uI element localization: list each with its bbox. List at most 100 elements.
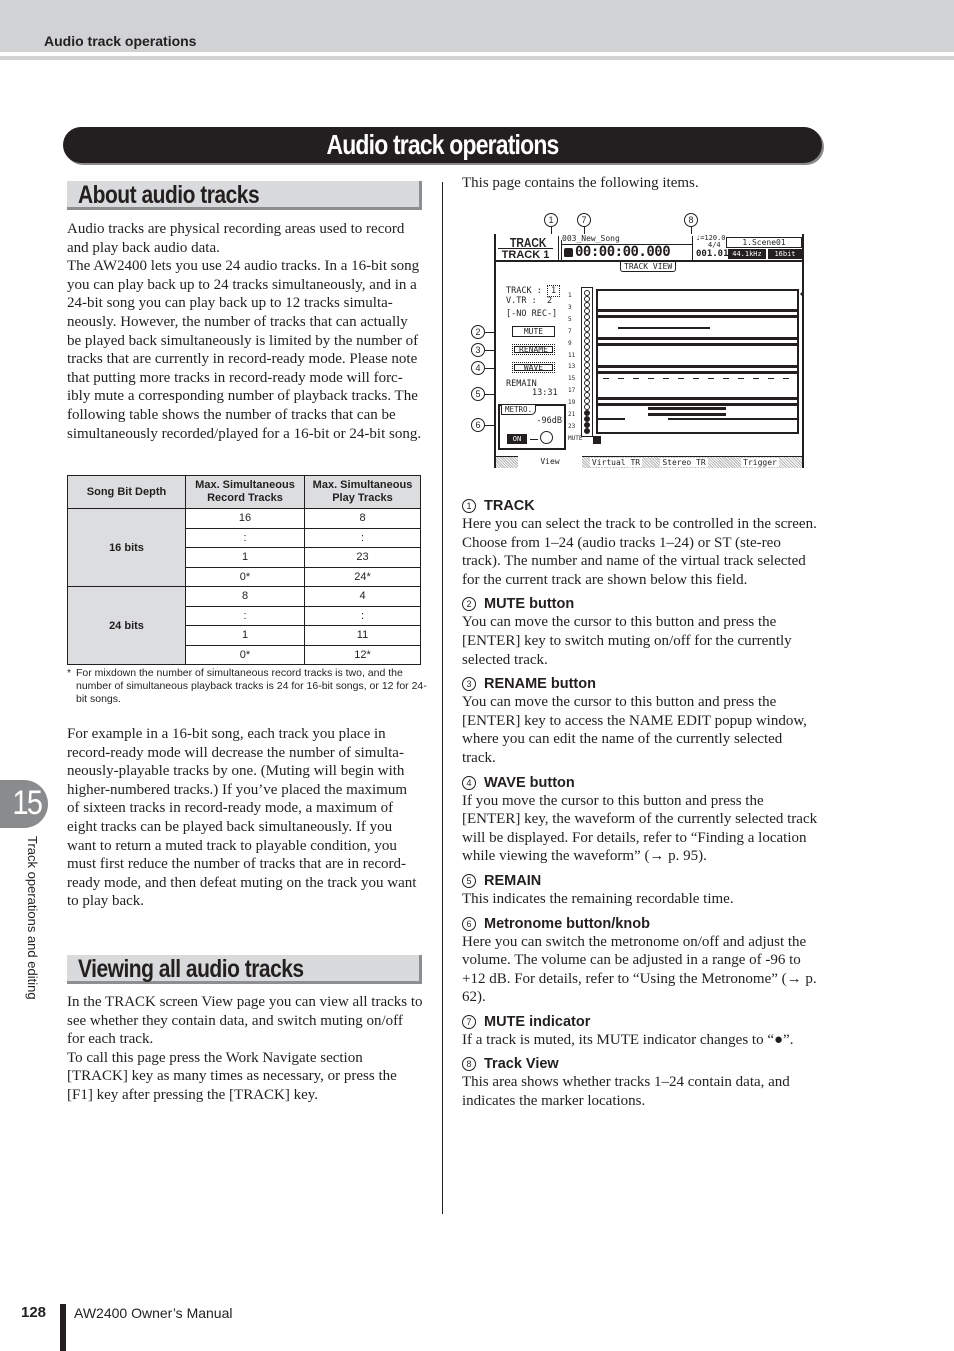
marker-dash: [768, 378, 774, 379]
item-description: If a track is muted, its MUTE indicator …: [462, 1031, 794, 1048]
item-title: MUTE button: [484, 596, 575, 613]
item-number-badge: 8: [462, 1057, 476, 1072]
mute-indicator-icon[interactable]: [584, 428, 590, 434]
item-description: This area shows whether tracks 1–24 cont…: [462, 1074, 790, 1110]
table-cell: 12*: [304, 644, 421, 665]
item-title: REMAIN: [484, 872, 542, 889]
intro-text: This page contains the following items.: [462, 175, 699, 191]
marker-dash: [663, 378, 669, 379]
metronome-on-button[interactable]: ON: [507, 434, 527, 444]
metronome-knob-icon[interactable]: [540, 431, 553, 444]
lcd-tab-bar: View Virtual TR Stereo TR Trigger: [496, 456, 802, 468]
tab-stereo-tr[interactable]: Stereo TR: [650, 456, 718, 468]
marker-dash: [708, 378, 714, 379]
example-paragraph: For example in a 16-bit song, each track…: [67, 725, 423, 911]
column-header: Song Bit Depth: [67, 475, 186, 509]
paragraph: In the TRACK screen View page you can vi…: [67, 994, 423, 1048]
divider: [558, 236, 559, 260]
item-number-badge: 1: [462, 499, 476, 513]
header-rule: [0, 56, 954, 60]
section-heading-viewing: Viewing all audio tracks: [67, 955, 422, 984]
track-data-bar: [648, 407, 726, 410]
mute-button[interactable]: MUTE: [512, 326, 555, 337]
track-data-bar: [598, 315, 797, 318]
callout-6: 6: [471, 418, 485, 432]
lcd-vtr-field: V.TR : 2: [506, 296, 552, 306]
track-data-bar: [598, 371, 797, 374]
group-label: 16 bits: [67, 508, 186, 587]
table-row: 24 bits 8 4: [67, 586, 421, 665]
running-header: Audio track operations: [44, 33, 197, 49]
item-title: Track View: [484, 1056, 559, 1073]
item-description: Here you can switch the metronome on/off…: [462, 933, 817, 1006]
table-cell: 0*: [185, 566, 305, 587]
track-data-bar: [598, 337, 797, 340]
item-title: RENAME button: [484, 676, 596, 693]
rename-button[interactable]: RENAME: [512, 344, 555, 355]
track-data-bar: [668, 418, 797, 420]
marker-dash: [678, 378, 684, 379]
lcd-page-label: TRACK VIEW: [620, 262, 677, 272]
track-data-bar: [598, 418, 625, 420]
table-cell: 16: [185, 508, 305, 529]
lcd-title-bar: TRACK TRACK 1 003_New_Song 00:00:00.000 …: [496, 234, 802, 262]
marker-dash: [693, 378, 699, 379]
mute-indicator-column: [581, 287, 593, 437]
section-heading-text: About audio tracks: [78, 181, 260, 209]
track-data-bar: [648, 413, 726, 416]
item-number-badge: 3: [462, 677, 476, 692]
lcd-bit-depth: 16bit: [768, 249, 802, 259]
marker-dash: [738, 378, 744, 379]
lock-icon: [564, 248, 573, 257]
marker-dash: [723, 378, 729, 379]
tab-trigger[interactable]: Trigger: [718, 456, 802, 468]
table-cell: 0*: [185, 644, 305, 665]
column-divider: [442, 182, 443, 1214]
item-title: MUTE indicator: [484, 1013, 591, 1030]
section-heading-about: About audio tracks: [67, 181, 422, 210]
item-title: WAVE button: [484, 774, 575, 791]
tab-view[interactable]: View: [518, 456, 582, 468]
marker-dash: [618, 378, 624, 379]
end-marker-icon: [800, 291, 803, 297]
table-cell: 23: [304, 547, 421, 568]
tab-label: Virtual TR: [589, 458, 643, 467]
table-cell: 1: [185, 625, 305, 646]
table-cell: 8: [185, 586, 305, 607]
item-number-badge: 4: [462, 775, 476, 790]
item-description: You can move the cursor to this button a…: [462, 614, 792, 668]
column-header: Max. Simultaneous Record Tracks: [185, 475, 305, 509]
section-heading-text: Viewing all audio tracks: [78, 955, 304, 983]
track-count-table: Song Bit Depth Max. Simultaneous Record …: [67, 475, 421, 665]
footer-bar: [60, 1304, 66, 1351]
lcd-track-field[interactable]: TRACK : 1: [506, 285, 561, 297]
table-cell: 11: [304, 625, 421, 646]
item-heading: 4 WAVE button: [462, 774, 818, 792]
paragraph: To call this page press the Work Navigat…: [67, 1049, 397, 1103]
page-title: Audio track operations: [326, 129, 559, 160]
chapter-number: 15: [12, 784, 43, 822]
callout-1: 1: [544, 213, 558, 227]
footer-manual-title: AW2400 Owner’s Manual: [74, 1305, 233, 1321]
table-cell: 24*: [304, 566, 421, 587]
column-header: Max. Simultaneous Play Tracks: [304, 475, 421, 509]
callout-7: 7: [577, 213, 591, 227]
paragraph: For example in a 16-bit song, each track…: [67, 726, 417, 910]
marker-dash: [633, 378, 639, 379]
table-footnote: * For mixdown the number of simultaneous…: [67, 667, 427, 706]
table-cell: :: [185, 605, 305, 626]
paragraph: Audio tracks are physical recording area…: [67, 221, 405, 256]
item-description: Here you can select the track to be cont…: [462, 516, 817, 588]
table-cell: 1: [185, 547, 305, 568]
footnote-mark: *: [67, 667, 72, 679]
item-heading: 1 TRACK: [462, 497, 818, 515]
item-heading: 6 Metronome button/knob: [462, 915, 818, 933]
marker-dash: [753, 378, 759, 379]
track-data-bar: [598, 397, 797, 400]
wave-button[interactable]: WAVE: [512, 362, 555, 373]
table-cell: :: [185, 527, 305, 548]
tab-virtual-tr[interactable]: Virtual TR: [582, 456, 650, 468]
item-title: Metronome button/knob: [484, 915, 650, 932]
item-number-badge: 2: [462, 597, 476, 612]
tab-filler: [496, 456, 518, 468]
